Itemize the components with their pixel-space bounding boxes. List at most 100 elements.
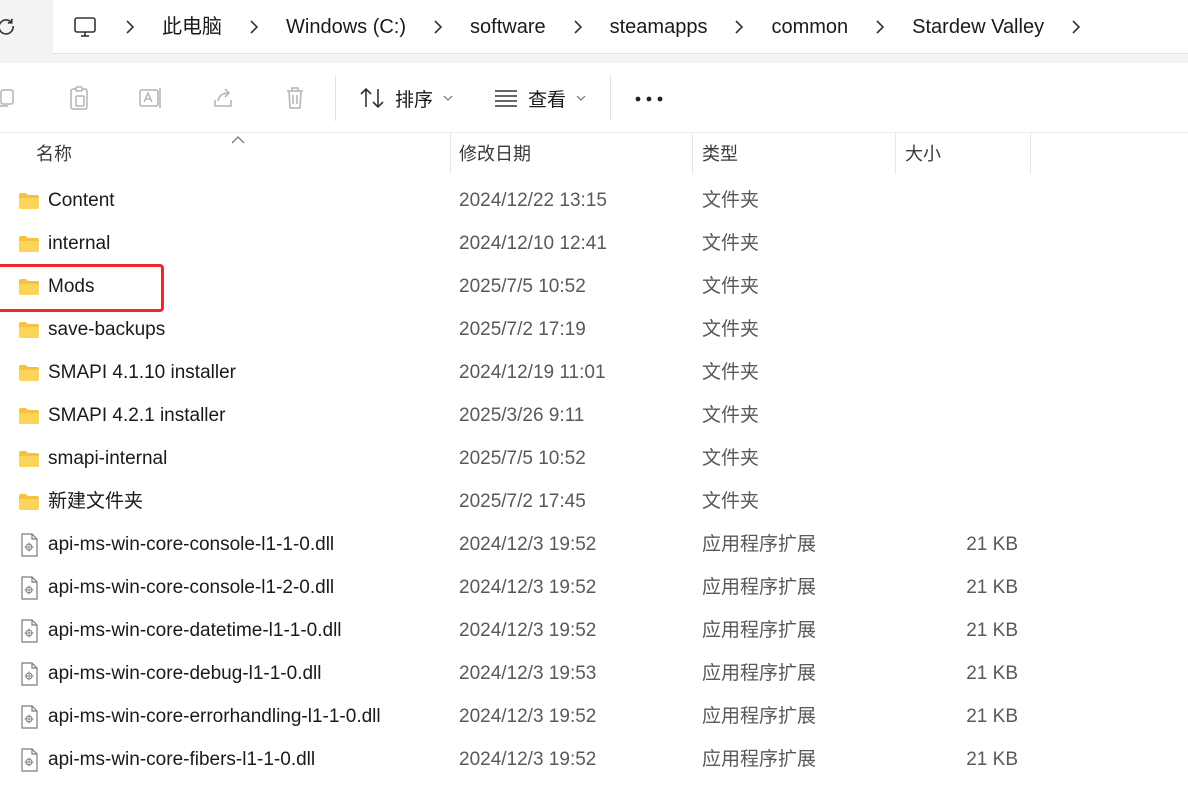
- file-modified-date: 2025/7/5 10:52: [459, 276, 586, 297]
- file-modified-date: 2024/12/3 19:52: [459, 749, 597, 770]
- chevron-down-icon: [443, 95, 453, 101]
- breadcrumb-chevron-icon[interactable]: [865, 14, 895, 40]
- breadcrumb-chevron-icon[interactable]: [1061, 14, 1091, 40]
- column-divider[interactable]: [895, 132, 896, 174]
- breadcrumb-common[interactable]: common: [771, 14, 848, 40]
- breadcrumb-chevron-icon[interactable]: [115, 14, 145, 40]
- file-modified-date: 2024/12/3 19:53: [459, 663, 597, 684]
- folder-icon: [17, 361, 41, 385]
- sort-label: 排序: [395, 89, 434, 111]
- file-modified-date: 2025/7/2 17:19: [459, 319, 586, 340]
- file-name: SMAPI 4.2.1 installer: [48, 405, 226, 426]
- copy-icon[interactable]: [0, 84, 20, 112]
- column-divider[interactable]: [692, 132, 693, 174]
- folder-row[interactable]: internal 2024/12/10 12:41 文件夹: [0, 222, 1188, 265]
- file-name: smapi-internal: [48, 448, 168, 469]
- folder-row[interactable]: SMAPI 4.2.1 installer 2025/3/26 9:11 文件夹: [0, 394, 1188, 437]
- breadcrumb-chevron-icon[interactable]: [563, 14, 593, 40]
- sort-up-caret-icon: [230, 132, 246, 144]
- column-header: 名称 修改日期 类型 大小: [0, 132, 1188, 174]
- view-icon: [494, 89, 518, 107]
- file-row[interactable]: api-ms-win-core-console-l1-1-0.dll 2024/1…: [0, 523, 1188, 566]
- file-type: 文件夹: [702, 362, 760, 383]
- folder-icon: [17, 189, 41, 213]
- view-button[interactable]: 查看: [494, 80, 586, 116]
- file-name: api-ms-win-core-console-l1-2-0.dll: [48, 577, 335, 598]
- paste-icon[interactable]: [65, 84, 93, 112]
- column-type[interactable]: 类型: [702, 140, 738, 168]
- dll-file-icon: [17, 619, 41, 643]
- breadcrumb-this-pc[interactable]: 此电脑: [162, 14, 222, 40]
- this-pc-icon[interactable]: [72, 14, 98, 40]
- file-name: internal: [48, 233, 111, 254]
- rename-icon[interactable]: [137, 84, 165, 112]
- file-name: 新建文件夹: [48, 491, 144, 512]
- folder-row[interactable]: Content 2024/12/22 13:15 文件夹: [0, 179, 1188, 222]
- breadcrumb-chevron-icon[interactable]: [724, 14, 754, 40]
- more-options-icon[interactable]: [631, 85, 667, 113]
- sort-button[interactable]: 排序: [359, 80, 453, 116]
- file-size: 21 KB: [966, 620, 1018, 641]
- file-modified-date: 2024/12/19 11:01: [459, 362, 606, 383]
- breadcrumb-steamapps[interactable]: steamapps: [610, 14, 708, 40]
- breadcrumb-stardew-valley[interactable]: Stardew Valley: [912, 14, 1044, 40]
- delete-icon[interactable]: [281, 84, 309, 112]
- column-divider[interactable]: [1030, 132, 1031, 174]
- folder-icon: [17, 490, 41, 514]
- column-size[interactable]: 大小: [905, 140, 941, 168]
- breadcrumb-chevron-icon[interactable]: [239, 14, 269, 40]
- file-type: 应用程序扩展: [702, 706, 817, 727]
- dll-file-icon: [17, 705, 41, 729]
- file-modified-date: 2025/7/5 10:52: [459, 448, 586, 469]
- file-name: api-ms-win-core-datetime-l1-1-0.dll: [48, 620, 342, 641]
- file-name: api-ms-win-core-errorhandling-l1-1-0.dll: [48, 706, 381, 727]
- file-modified-date: 2024/12/3 19:52: [459, 577, 597, 598]
- file-row[interactable]: api-ms-win-core-console-l1-2-0.dll 2024/1…: [0, 566, 1188, 609]
- dll-file-icon: [17, 576, 41, 600]
- address-bar[interactable]: 此电脑 Windows (C:) software steamapps comm…: [53, 0, 1188, 54]
- view-label: 查看: [528, 89, 567, 111]
- file-type: 文件夹: [702, 491, 760, 512]
- folder-row[interactable]: 新建文件夹 2025/7/2 17:45 文件夹: [0, 480, 1188, 523]
- file-modified-date: 2024/12/3 19:52: [459, 534, 597, 555]
- file-name: Content: [48, 190, 115, 211]
- file-type: 应用程序扩展: [702, 620, 817, 641]
- file-type: 文件夹: [702, 319, 760, 340]
- file-name: save-backups: [48, 319, 166, 340]
- folder-row[interactable]: save-backups 2025/7/2 17:19 文件夹: [0, 308, 1188, 351]
- file-modified-date: 2024/12/3 19:52: [459, 620, 597, 641]
- column-name[interactable]: 名称: [36, 140, 72, 168]
- breadcrumb-drive-c[interactable]: Windows (C:): [286, 14, 406, 40]
- file-type: 应用程序扩展: [702, 577, 817, 598]
- breadcrumb-software[interactable]: software: [470, 14, 546, 40]
- column-divider[interactable]: [450, 132, 451, 174]
- file-name: api-ms-win-core-debug-l1-1-0.dll: [48, 663, 322, 684]
- folder-icon: [17, 232, 41, 256]
- file-row[interactable]: api-ms-win-core-debug-l1-1-0.dll 2024/12/…: [0, 652, 1188, 695]
- folder-icon: [17, 447, 41, 471]
- file-row[interactable]: api-ms-win-core-datetime-l1-1-0.dll 2024/…: [0, 609, 1188, 652]
- folder-row[interactable]: smapi-internal 2025/7/5 10:52 文件夹: [0, 437, 1188, 480]
- file-row[interactable]: api-ms-win-core-fibers-l1-1-0.dll 2024/12…: [0, 738, 1188, 781]
- folder-row[interactable]: Mods 2025/7/5 10:52 文件夹: [0, 265, 1188, 308]
- dll-file-icon: [17, 748, 41, 772]
- file-size: 21 KB: [966, 663, 1018, 684]
- file-modified-date: 2024/12/10 12:41: [459, 233, 607, 254]
- file-modified-date: 2024/12/3 19:52: [459, 706, 597, 727]
- dll-file-icon: [17, 533, 41, 557]
- file-type: 文件夹: [702, 190, 760, 211]
- file-type: 应用程序扩展: [702, 663, 817, 684]
- column-date[interactable]: 修改日期: [459, 140, 531, 168]
- file-name: SMAPI 4.1.10 installer: [48, 362, 236, 383]
- file-size: 21 KB: [966, 706, 1018, 727]
- folder-icon: [17, 318, 41, 342]
- sort-icon: [359, 86, 385, 110]
- file-row[interactable]: api-ms-win-core-errorhandling-l1-1-0.dll…: [0, 695, 1188, 738]
- address-area: 此电脑 Windows (C:) software steamapps comm…: [0, 0, 1188, 63]
- breadcrumb-chevron-icon[interactable]: [423, 14, 453, 40]
- command-bar: 排序 查看: [0, 63, 1188, 133]
- file-size: 21 KB: [966, 534, 1018, 555]
- refresh-icon[interactable]: [0, 12, 18, 40]
- folder-row[interactable]: SMAPI 4.1.10 installer 2024/12/19 11:01 文件…: [0, 351, 1188, 394]
- share-icon[interactable]: [209, 84, 237, 112]
